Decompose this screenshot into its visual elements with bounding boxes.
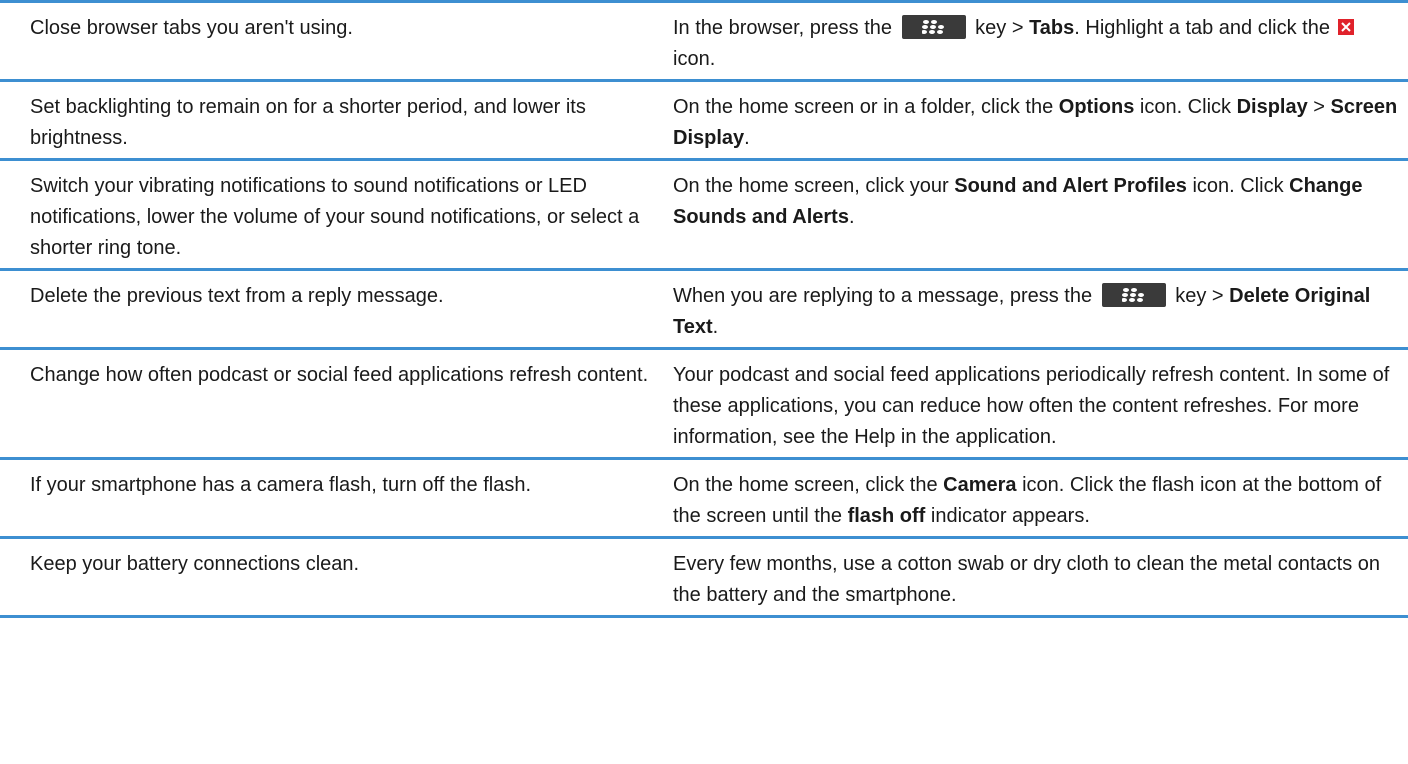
- battery-tips-table: Close browser tabs you aren't using. In …: [0, 0, 1408, 618]
- table-row: Switch your vibrating notifications to s…: [0, 158, 1408, 268]
- tip-cell: Keep your battery connections clean.: [30, 553, 360, 575]
- close-icon: [1337, 19, 1354, 36]
- tip-cell: Close browser tabs you aren't using.: [30, 17, 353, 39]
- tip-cell: Change how often podcast or social feed …: [30, 364, 649, 386]
- tip-cell: Delete the previous text from a reply me…: [30, 285, 444, 307]
- instruction-cell: On the home screen, click your Sound and…: [673, 175, 1363, 228]
- instruction-cell: On the home screen or in a folder, click…: [673, 96, 1398, 149]
- table-row: Keep your battery connections clean. Eve…: [0, 536, 1408, 618]
- tip-cell: Set backlighting to remain on for a shor…: [30, 96, 586, 149]
- tip-cell: Switch your vibrating notifications to s…: [30, 175, 640, 259]
- instruction-cell: In the browser, press the key > Tabs. Hi…: [673, 3, 1408, 79]
- table-row: Close browser tabs you aren't using. In …: [0, 0, 1408, 79]
- table-row: Delete the previous text from a reply me…: [0, 268, 1408, 347]
- instruction-cell: When you are replying to a message, pres…: [673, 271, 1408, 347]
- blackberry-menu-key-icon: [1101, 282, 1166, 307]
- table-row: If your smartphone has a camera flash, t…: [0, 457, 1408, 536]
- blackberry-menu-key-icon: [901, 14, 966, 39]
- table-row: Change how often podcast or social feed …: [0, 347, 1408, 457]
- tip-cell: If your smartphone has a camera flash, t…: [30, 474, 532, 496]
- instruction-cell: Every few months, use a cotton swab or d…: [673, 553, 1381, 606]
- instruction-cell: On the home screen, click the Camera ico…: [673, 474, 1382, 527]
- instruction-cell: Your podcast and social feed application…: [673, 364, 1390, 448]
- table-row: Set backlighting to remain on for a shor…: [0, 79, 1408, 158]
